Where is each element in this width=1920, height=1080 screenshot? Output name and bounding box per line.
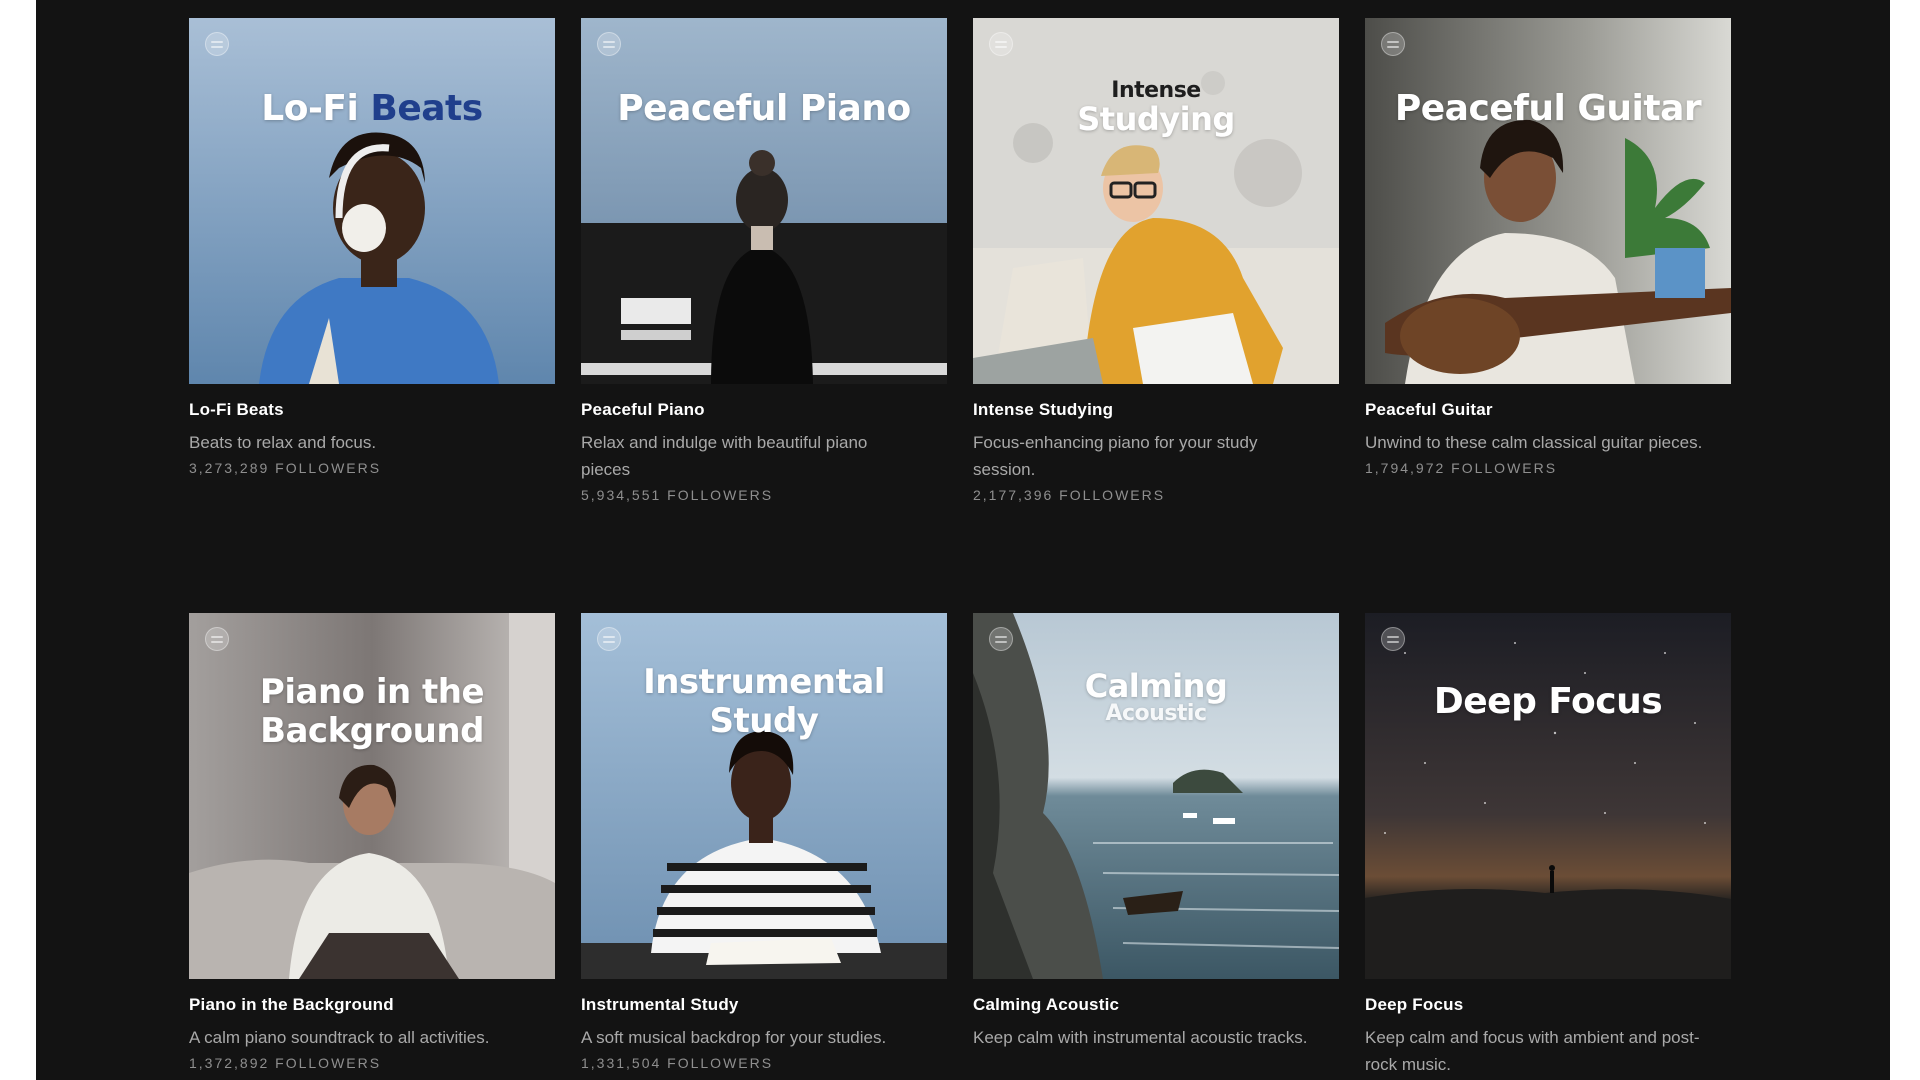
- playlist-meta: Intense Studying Focus-enhancing piano f…: [973, 384, 1339, 503]
- playlist-followers: 1,331,504 FOLLOWERS: [581, 1055, 774, 1071]
- playlist-cover[interactable]: Lo-Fi Beats: [189, 18, 555, 384]
- playlist-grid: Lo-Fi Beats Lo-Fi Beats Beats to relax a…: [189, 18, 1731, 1080]
- playlist-meta: Peaceful Guitar Unwind to these calm cla…: [1365, 384, 1731, 476]
- cover-art-piano-background: [189, 613, 555, 979]
- playlist-followers: 1,794,972 FOLLOWERS: [1365, 460, 1558, 476]
- playlist-meta: Calming Acoustic Keep calm with instrume…: [973, 979, 1339, 1051]
- playlist-name[interactable]: Peaceful Guitar: [1365, 400, 1731, 420]
- spotify-logo-icon: [597, 32, 621, 56]
- playlist-followers: 1,372,892 FOLLOWERS: [189, 1055, 382, 1071]
- playlist-followers: 3,273,289 FOLLOWERS: [189, 460, 382, 476]
- cover-art-lofi: [189, 18, 555, 384]
- playlist-name[interactable]: Calming Acoustic: [973, 995, 1339, 1015]
- cover-title: Piano in the Background: [259, 672, 485, 752]
- playlist-name[interactable]: Lo-Fi Beats: [189, 400, 555, 420]
- playlist-meta: Lo-Fi Beats Beats to relax and focus. 3,…: [189, 384, 555, 476]
- playlist-name[interactable]: Deep Focus: [1365, 995, 1731, 1015]
- playlist-card-deep-focus[interactable]: Deep Focus Deep Focus Keep calm and focu…: [1365, 613, 1731, 1080]
- playlist-name[interactable]: Instrumental Study: [581, 995, 947, 1015]
- playlist-cover[interactable]: Instrumental Study: [581, 613, 947, 979]
- playlist-meta: Instrumental Study A soft musical backdr…: [581, 979, 947, 1071]
- cover-art-guitar: [1365, 18, 1731, 384]
- spotify-logo-icon: [597, 627, 621, 651]
- playlist-card-piano-background[interactable]: Piano in the Background Piano in the Bac…: [189, 613, 555, 1080]
- playlist-followers: 5,934,551 FOLLOWERS: [581, 487, 774, 503]
- playlist-card-peaceful-guitar[interactable]: Peaceful Guitar Peaceful Guitar Unwind t…: [1365, 18, 1731, 613]
- spotify-logo-icon: [989, 32, 1013, 56]
- playlist-description: Beats to relax and focus.: [189, 433, 377, 452]
- playlist-cover[interactable]: Peaceful Guitar: [1365, 18, 1731, 384]
- cover-title: Deep Focus: [1433, 681, 1663, 722]
- cover-title: Peaceful Piano: [617, 88, 911, 129]
- playlist-description: A calm piano soundtrack to all activitie…: [189, 1028, 490, 1047]
- playlist-card-calming-acoustic[interactable]: Calming Acoustic Calming Acoustic Keep c…: [973, 613, 1339, 1080]
- playlist-description: Focus-enhancing piano for your study ses…: [973, 433, 1258, 479]
- cover-art-studying: [973, 18, 1339, 384]
- cover-title: Lo-Fi Beats: [261, 88, 483, 129]
- cover-art-piano: [581, 18, 947, 384]
- playlist-meta: Deep Focus Keep calm and focus with ambi…: [1365, 979, 1731, 1078]
- spotify-logo-icon: [205, 627, 229, 651]
- playlist-cover[interactable]: Deep Focus: [1365, 613, 1731, 979]
- cover-title: Peaceful Guitar: [1394, 88, 1702, 129]
- spotify-logo-icon: [205, 32, 229, 56]
- playlist-description: Keep calm and focus with ambient and pos…: [1365, 1028, 1700, 1074]
- playlist-description: Relax and indulge with beautiful piano p…: [581, 433, 868, 479]
- playlist-name[interactable]: Intense Studying: [973, 400, 1339, 420]
- playlist-cover[interactable]: Piano in the Background: [189, 613, 555, 979]
- playlist-card-instrumental-study[interactable]: Instrumental Study Instrumental Study A …: [581, 613, 947, 1080]
- playlist-card-lofi-beats[interactable]: Lo-Fi Beats Lo-Fi Beats Beats to relax a…: [189, 18, 555, 613]
- playlist-meta: Peaceful Piano Relax and indulge with be…: [581, 384, 947, 503]
- cover-art-deep-focus: [1365, 613, 1731, 979]
- playlist-description: A soft musical backdrop for your studies…: [581, 1028, 887, 1047]
- playlist-meta: Piano in the Background A calm piano sou…: [189, 979, 555, 1071]
- playlist-name[interactable]: Piano in the Background: [189, 995, 555, 1015]
- playlist-cover[interactable]: Intense Studying: [973, 18, 1339, 384]
- spotify-logo-icon: [1381, 32, 1405, 56]
- playlist-card-peaceful-piano[interactable]: Peaceful Piano Peaceful Piano Relax and …: [581, 18, 947, 613]
- spotify-logo-icon: [1381, 627, 1405, 651]
- app-window: Lo-Fi Beats Lo-Fi Beats Beats to relax a…: [36, 0, 1890, 1080]
- playlist-card-intense-studying[interactable]: Intense Studying Intense Studying Focus-…: [973, 18, 1339, 613]
- cover-title: Instrumental Study: [643, 662, 885, 742]
- playlist-cover[interactable]: Calming Acoustic: [973, 613, 1339, 979]
- playlist-cover[interactable]: Peaceful Piano: [581, 18, 947, 384]
- playlist-followers: 2,177,396 FOLLOWERS: [973, 487, 1166, 503]
- cover-title: Intense Studying: [1077, 78, 1235, 139]
- playlist-description: Keep calm with instrumental acoustic tra…: [973, 1028, 1308, 1047]
- cover-title: Calming Acoustic: [1084, 667, 1228, 726]
- playlist-description: Unwind to these calm classical guitar pi…: [1365, 433, 1703, 452]
- spotify-logo-icon: [989, 627, 1013, 651]
- playlist-name[interactable]: Peaceful Piano: [581, 400, 947, 420]
